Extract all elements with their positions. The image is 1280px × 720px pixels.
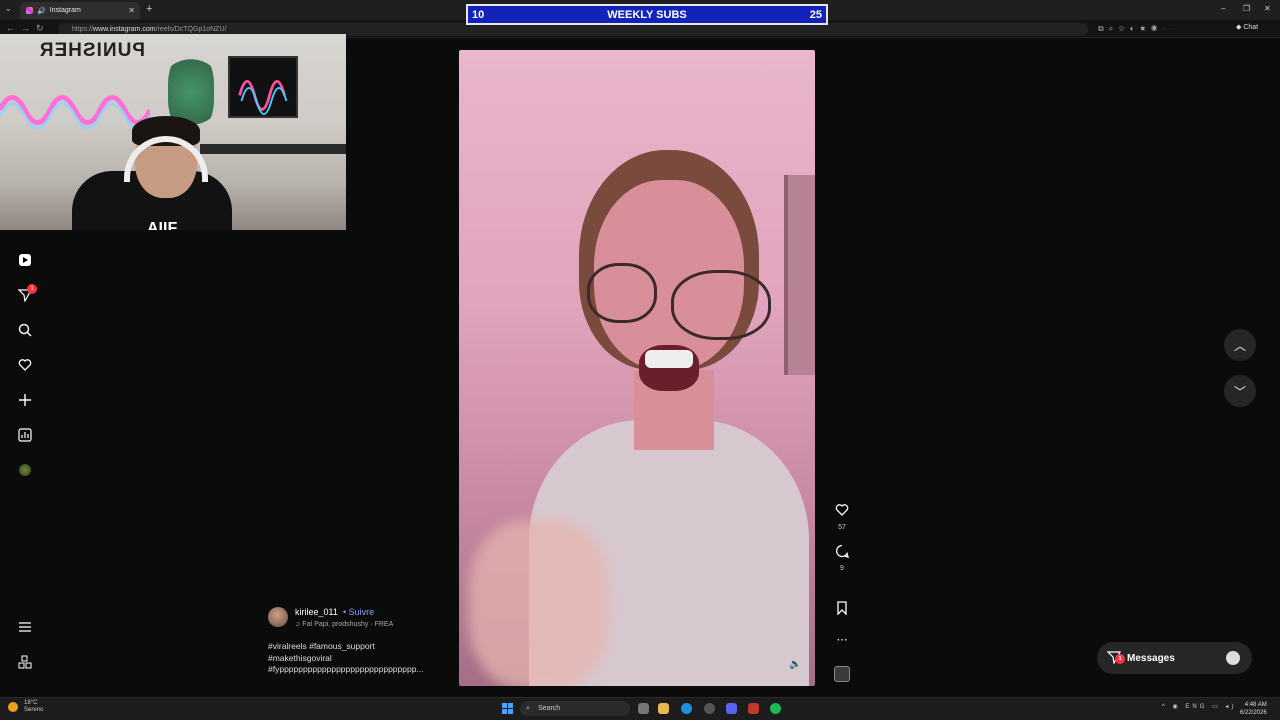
url-path: /reels/DcTQGp1oNZU/ [155,26,227,33]
reel-video[interactable] [459,50,815,686]
edge-icon[interactable] [681,703,692,714]
weather-condition: Sereno [24,707,44,713]
tv-screen [228,56,298,118]
dashboard-icon [18,428,32,442]
more-options-icon[interactable]: ⋯ [832,633,852,646]
weather-widget[interactable]: 18°C Sereno [8,700,43,714]
audio-thumbnail[interactable] [832,666,852,682]
heart-icon [835,504,849,516]
messages-badge: 1 [1115,653,1125,664]
chevron-up-icon: ︿ [1233,338,1246,353]
previous-reel-button[interactable]: ︿ [1224,329,1256,361]
follow-button[interactable]: • Suivre [343,607,374,617]
temperature: 18°C [24,700,38,706]
notification-badge: 1 [27,284,37,294]
obs-icon[interactable] [704,703,715,714]
time: 4:48 AM [1244,702,1267,708]
chevron-down-icon: ﹀ [1233,384,1246,399]
messages-label: Messages [1127,652,1175,664]
more-apps-nav-button[interactable] [16,653,34,671]
chat-label: Chat [1243,24,1259,31]
new-tab-button[interactable]: + [146,3,152,15]
subs-title: WEEKLY SUBS [607,9,687,21]
profile-nav-button[interactable] [16,461,34,479]
language-indicator: ENG [1185,704,1208,710]
audio-title: Fat Papi, prodshushy · FREA [302,621,394,628]
create-icon [19,394,31,406]
messages-nav-button[interactable]: 1 [16,284,37,304]
dashboard-nav-button[interactable] [16,426,34,444]
messages-icon: 1 [1106,650,1125,667]
search-label: Search [538,705,561,712]
instagram-favicon-icon [26,7,33,14]
reels-icon [19,254,31,266]
music-note-icon: ♫ [295,621,301,628]
shirt-print: AIIF [147,220,178,230]
create-nav-button[interactable] [16,391,34,409]
spotify-icon[interactable] [770,703,781,714]
chat-button[interactable]: ◆ Chat [1236,23,1258,31]
author-avatar[interactable] [268,607,288,627]
copilot-icon: ◆ [1236,24,1242,31]
hashtags-line: #viralreels #famous_support [268,641,375,651]
reel-caption: #viralreels #famous_support #makethisgov… [268,641,448,676]
heart-icon [18,359,32,371]
reels-nav-button[interactable] [16,251,34,269]
nav-buttons[interactable]: ←→↻ [6,23,50,34]
comment-button[interactable]: 9 [832,544,852,572]
browser-tab-instagram[interactable]: 🔊 Instagram ✕ [20,2,140,19]
date: 6/22/2026 [1240,710,1267,716]
speaker-icon: 🔊 [37,7,46,15]
like-count: 57 [838,524,846,531]
save-button[interactable] [832,601,852,620]
close-tab-icon[interactable]: ✕ [128,6,135,15]
app-icon[interactable] [748,703,759,714]
more-apps-icon [18,655,32,669]
contact-avatar [1226,651,1240,665]
close-window-icon[interactable]: ✕ [1264,4,1271,13]
toolbar-icons[interactable]: ⧉⌕☆◐★◉⋯ [1098,24,1175,34]
weather-icon [8,702,18,712]
menu-nav-button[interactable] [16,618,34,636]
streamer: AIIF [52,116,236,230]
webcam-feed: PUNISHER AIIF [0,34,346,230]
weekly-subs-overlay: 10 WEEKLY SUBS 25 [466,4,828,25]
comment-count: 9 [840,565,844,572]
start-button[interactable] [502,703,513,714]
notifications-nav-button[interactable] [16,356,34,374]
search-icon [18,323,32,337]
system-tray[interactable]: ^ ◉ ENG ▭ ◂) [1162,703,1236,710]
punisher-poster: PUNISHER [38,40,145,61]
minimize-icon[interactable]: – [1221,4,1225,13]
clock[interactable]: 4:48 AM 6/22/2026 [1240,701,1267,717]
url-host: www.instagram.com [93,26,156,33]
restore-icon[interactable]: ❐ [1243,4,1250,13]
menu-icon [19,622,31,632]
next-reel-button[interactable]: ﹀ [1224,375,1256,407]
like-button[interactable]: 57 [832,503,852,531]
search-nav-button[interactable] [16,321,34,339]
task-view-icon[interactable] [638,703,649,714]
messages-button[interactable]: 1 Messages [1097,642,1252,674]
profile-avatar [19,464,31,476]
hashtags-line: #makethisgoviral [268,652,332,663]
taskbar-search[interactable]: ⌕ Search [520,701,630,716]
discord-icon[interactable] [726,703,737,714]
volume-icon[interactable]: 🔈 [789,659,801,670]
author-username[interactable]: kirilee_011 [295,607,338,617]
tab-list-menu-icon[interactable]: ⌄ [5,4,12,13]
follow-label: Suivre [348,607,375,617]
search-icon: ⌕ [526,705,530,712]
bookmark-icon [837,601,847,616]
url-prefix: https:// [72,26,94,33]
audio-track[interactable]: ♫ Fat Papi, prodshushy · FREA [295,621,393,628]
tab-title: Instagram [49,7,81,14]
file-explorer-icon[interactable] [658,703,669,714]
comment-icon [836,544,849,558]
subs-goal: 25 [809,9,822,21]
hashtags-line: #fyppppppppppppppppppppppppppppp... [268,664,424,674]
